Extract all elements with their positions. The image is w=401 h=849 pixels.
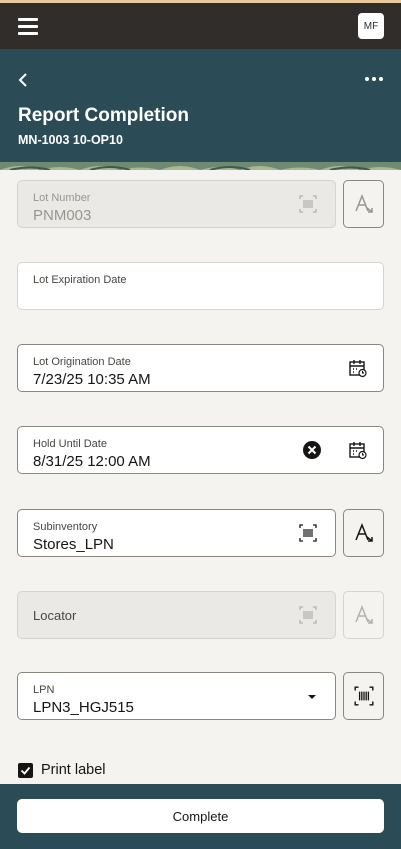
barcode-scan-icon	[299, 195, 317, 213]
user-avatar[interactable]: MF	[358, 13, 384, 39]
page-title: Report Completion	[18, 105, 189, 126]
page-header: Report Completion MN-1003 10-OP10	[0, 49, 401, 170]
hold-until-date-field[interactable]: Hold Until Date 8/31/25 12:00 AM	[17, 426, 384, 474]
subinventory-text-input-button[interactable]	[343, 509, 384, 557]
locator-label: Locator	[33, 608, 77, 623]
print-label-text: Print label	[41, 762, 106, 778]
text-entry-icon	[354, 604, 373, 624]
text-entry-icon	[354, 193, 373, 213]
hold-until-date-value: 8/31/25 12:00 AM	[33, 453, 151, 470]
hold-until-date-label: Hold Until Date	[33, 438, 107, 450]
calendar-icon[interactable]	[348, 440, 368, 460]
footer-bar: Complete	[0, 784, 401, 849]
barcode-scan-icon	[299, 606, 317, 624]
checkmark-icon	[20, 766, 31, 775]
lpn-field[interactable]: LPN LPN3_HGJ515	[17, 672, 336, 720]
subinventory-field[interactable]: Subinventory Stores_LPN	[17, 509, 336, 557]
locator-text-input-button	[343, 591, 384, 639]
lot-number-label: Lot Number	[33, 192, 91, 204]
lot-expiration-date-field[interactable]: Lot Expiration Date	[17, 262, 384, 310]
lot-number-value: PNM003	[33, 207, 92, 224]
complete-button[interactable]: Complete	[17, 799, 384, 833]
page-subtitle: MN-1003 10-OP10	[18, 133, 123, 147]
lpn-value: LPN3_HGJ515	[33, 699, 134, 716]
print-label-checkbox[interactable]	[18, 762, 33, 778]
dropdown-arrow-icon[interactable]	[302, 687, 322, 707]
lot-number-text-input-button[interactable]	[343, 180, 384, 228]
lot-number-field: Lot Number PNM003	[17, 180, 336, 228]
locator-field: Locator	[17, 591, 336, 639]
more-options-icon[interactable]	[365, 77, 383, 81]
lpn-scan-button[interactable]	[343, 672, 384, 720]
hamburger-menu-icon[interactable]	[18, 18, 38, 35]
text-entry-icon	[354, 522, 373, 542]
header-decoration	[0, 162, 401, 170]
barcode-scan-icon	[353, 686, 374, 706]
subinventory-label: Subinventory	[33, 521, 98, 533]
app-topbar: MF	[0, 0, 401, 49]
subinventory-value: Stores_LPN	[33, 536, 114, 553]
calendar-icon[interactable]	[348, 358, 368, 378]
lot-origination-date-label: Lot Origination Date	[33, 356, 131, 368]
print-label-row[interactable]: Print label	[18, 762, 105, 778]
lot-origination-date-value: 7/23/25 10:35 AM	[33, 371, 151, 388]
lot-expiration-date-label: Lot Expiration Date	[33, 274, 127, 286]
back-arrow-icon[interactable]	[16, 71, 30, 89]
barcode-scan-icon[interactable]	[298, 523, 318, 543]
lpn-label: LPN	[33, 684, 55, 696]
lot-origination-date-field[interactable]: Lot Origination Date 7/23/25 10:35 AM	[17, 344, 384, 392]
clear-icon[interactable]	[302, 440, 322, 460]
